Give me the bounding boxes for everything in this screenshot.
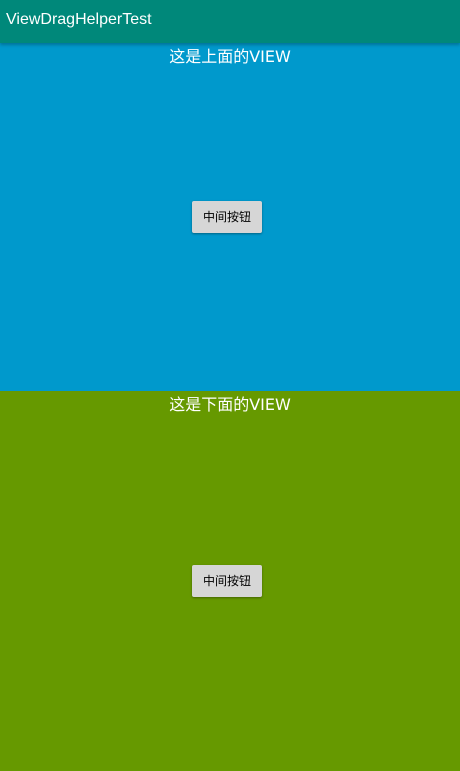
bottom-view[interactable]: 这是下面的VIEW 中间按钮 bbox=[0, 391, 460, 771]
app-toolbar: ViewDragHelperTest bbox=[0, 0, 460, 43]
bottom-view-label: 这是下面的VIEW bbox=[169, 395, 291, 414]
top-middle-button[interactable]: 中间按钮 bbox=[192, 201, 262, 233]
app-window: ViewDragHelperTest 这是上面的VIEW 中间按钮 这是下面的V… bbox=[0, 0, 460, 771]
top-view-label: 这是上面的VIEW bbox=[169, 47, 291, 66]
bottom-middle-button[interactable]: 中间按钮 bbox=[192, 565, 262, 597]
app-title: ViewDragHelperTest bbox=[6, 11, 152, 28]
top-view[interactable]: 这是上面的VIEW 中间按钮 bbox=[0, 43, 460, 391]
